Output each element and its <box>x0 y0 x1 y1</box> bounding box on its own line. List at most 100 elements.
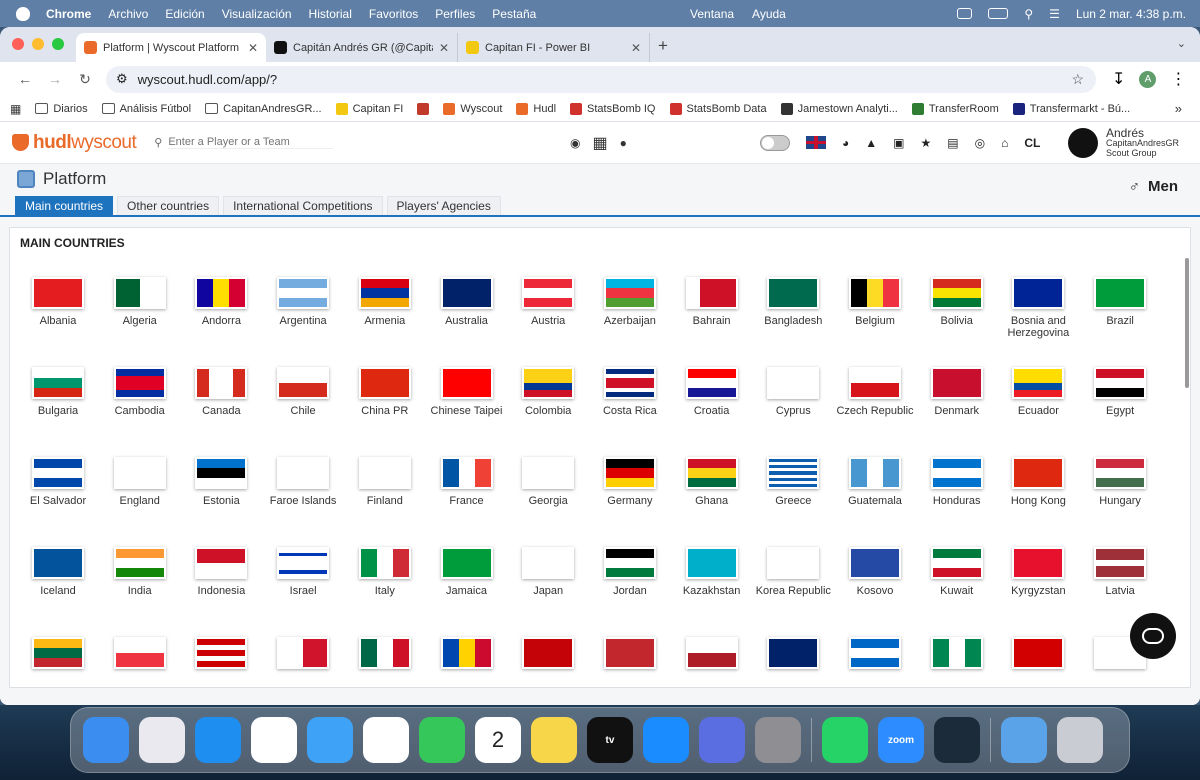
tab-main-countries[interactable]: Main countries <box>15 196 114 215</box>
country-item[interactable]: Colombia <box>505 357 591 417</box>
tab-other-countries[interactable]: Other countries <box>117 196 220 215</box>
country-item[interactable]: Greece <box>750 447 836 507</box>
menu-item[interactable]: Visualización <box>222 7 292 21</box>
bookmark-item[interactable]: TransferRoom <box>911 102 999 115</box>
bookmark-item[interactable]: Hudl <box>516 102 556 115</box>
menubar-clock[interactable]: Lun 2 mar. 4:38 p.m. <box>1076 7 1186 21</box>
control-center-icon[interactable]: ☰ <box>1049 7 1060 21</box>
tunnel-icon[interactable] <box>934 717 980 763</box>
bookmark-item[interactable]: StatsBomb IQ <box>570 102 656 115</box>
close-tab-icon[interactable]: ✕ <box>439 41 449 55</box>
globe-icon[interactable]: ◉ <box>570 136 580 150</box>
bookmark-item[interactable]: Wyscout <box>443 102 502 115</box>
country-item[interactable]: Jordan <box>587 537 673 597</box>
address-bar[interactable]: ⚙ wyscout.hudl.com/app/? ☆ <box>106 65 1096 93</box>
download-icon[interactable]: ↧ <box>1112 69 1125 89</box>
safari-icon[interactable] <box>195 717 241 763</box>
appstore-icon[interactable] <box>643 717 689 763</box>
menu-item[interactable]: Perfiles <box>435 7 475 21</box>
chat-support-button[interactable] <box>1130 613 1176 659</box>
country-item[interactable]: Bangladesh <box>750 267 836 327</box>
speed-icon[interactable]: ◕ <box>842 136 849 150</box>
country-item[interactable]: Indonesia <box>178 537 264 597</box>
country-item[interactable]: England <box>97 447 183 507</box>
menu-item[interactable]: Ayuda <box>752 7 786 21</box>
apps-grid-icon[interactable]: ▦ <box>592 133 607 153</box>
country-item[interactable]: Chinese Taipei <box>424 357 510 417</box>
spotlight-icon[interactable]: ⚲ <box>1024 7 1033 21</box>
country-item[interactable]: Bahrain <box>669 267 755 327</box>
country-item[interactable]: Algeria <box>97 267 183 327</box>
country-item[interactable]: China PR <box>342 357 428 417</box>
appletv-icon[interactable]: tv <box>587 717 633 763</box>
zoom-icon[interactable]: zoom <box>878 717 924 763</box>
country-item[interactable]: Andorra <box>178 267 264 327</box>
country-item[interactable]: Croatia <box>669 357 755 417</box>
close-window-button[interactable] <box>12 38 24 50</box>
country-item[interactable]: Brazil <box>1077 267 1163 327</box>
country-item[interactable]: Belgium <box>832 267 918 327</box>
country-item[interactable]: Kosovo <box>832 537 918 597</box>
country-item[interactable] <box>178 627 264 669</box>
country-item[interactable]: Italy <box>342 537 428 597</box>
browser-tab-x[interactable]: Capitán Andrés GR (@Capitan ✕ <box>266 33 458 62</box>
country-item[interactable]: Hungary <box>1077 447 1163 507</box>
tab-international-competitions[interactable]: International Competitions <box>223 196 383 215</box>
trash-icon[interactable] <box>1057 717 1103 763</box>
country-item[interactable] <box>97 627 183 669</box>
launchpad-icon[interactable] <box>139 717 185 763</box>
whatsapp-icon[interactable] <box>822 717 868 763</box>
country-item[interactable]: Czech Republic <box>832 357 918 417</box>
country-item[interactable]: Kazakhstan <box>669 537 755 597</box>
person-icon[interactable]: ● <box>620 136 627 150</box>
country-item[interactable]: Jamaica <box>424 537 510 597</box>
country-item[interactable]: Argentina <box>260 267 346 327</box>
country-item[interactable]: Israel <box>260 537 346 597</box>
bookmark-item[interactable]: Diarios <box>35 103 88 115</box>
reload-icon[interactable]: ↻ <box>70 71 100 88</box>
home-icon[interactable]: ⌂ <box>1001 136 1008 150</box>
country-item[interactable]: Ecuador <box>995 357 1081 417</box>
country-item[interactable] <box>914 627 1000 669</box>
folder-icon[interactable] <box>1001 717 1047 763</box>
country-item[interactable]: Iceland <box>15 537 101 597</box>
close-tab-icon[interactable]: ✕ <box>631 41 641 55</box>
country-item[interactable]: Denmark <box>914 357 1000 417</box>
country-item[interactable]: Latvia <box>1077 537 1163 597</box>
calendar-icon[interactable]: 2 <box>475 717 521 763</box>
kebab-menu-icon[interactable]: ⋮ <box>1170 69 1186 89</box>
country-item[interactable]: Austria <box>505 267 591 327</box>
country-item[interactable]: Hong Kong <box>995 447 1081 507</box>
minimize-window-button[interactable] <box>32 38 44 50</box>
country-item[interactable]: Georgia <box>505 447 591 507</box>
bookmark-item[interactable]: Capitan FI <box>335 102 403 115</box>
chrome-icon[interactable] <box>251 717 297 763</box>
menu-item[interactable]: Pestaña <box>492 7 536 21</box>
mail-icon[interactable] <box>307 717 353 763</box>
country-item[interactable] <box>15 627 101 669</box>
country-item[interactable]: Korea Republic <box>750 537 836 597</box>
country-item[interactable]: Guatemala <box>832 447 918 507</box>
country-item[interactable]: Bulgaria <box>15 357 101 417</box>
apple-icon[interactable] <box>16 6 30 21</box>
country-item[interactable] <box>995 627 1081 669</box>
country-item[interactable]: Canada <box>178 357 264 417</box>
browser-tab-powerbi[interactable]: Capitan FI - Power BI ✕ <box>458 33 650 62</box>
hudl-wyscout-logo[interactable]: hudl wyscout <box>12 132 137 154</box>
gender-switch[interactable]: ♂ Men <box>1129 178 1178 195</box>
country-item[interactable]: Chile <box>260 357 346 417</box>
language-code[interactable]: CL <box>1024 136 1040 150</box>
uk-flag-icon[interactable] <box>806 136 826 149</box>
country-item[interactable]: Costa Rica <box>587 357 673 417</box>
tab-search-chevron-icon[interactable]: ⌄ <box>1177 37 1186 50</box>
photos-icon[interactable] <box>363 717 409 763</box>
bookmark-item[interactable] <box>417 102 430 115</box>
country-item[interactable]: Germany <box>587 447 673 507</box>
country-item[interactable] <box>260 627 346 669</box>
bookmark-star-icon[interactable]: ☆ <box>1071 71 1084 88</box>
more-bookmarks-icon[interactable]: » <box>1175 101 1182 116</box>
country-item[interactable]: Faroe Islands <box>260 447 346 507</box>
close-tab-icon[interactable]: ✕ <box>248 41 258 55</box>
country-item[interactable] <box>587 627 673 669</box>
menu-item[interactable]: Ventana <box>690 7 734 21</box>
